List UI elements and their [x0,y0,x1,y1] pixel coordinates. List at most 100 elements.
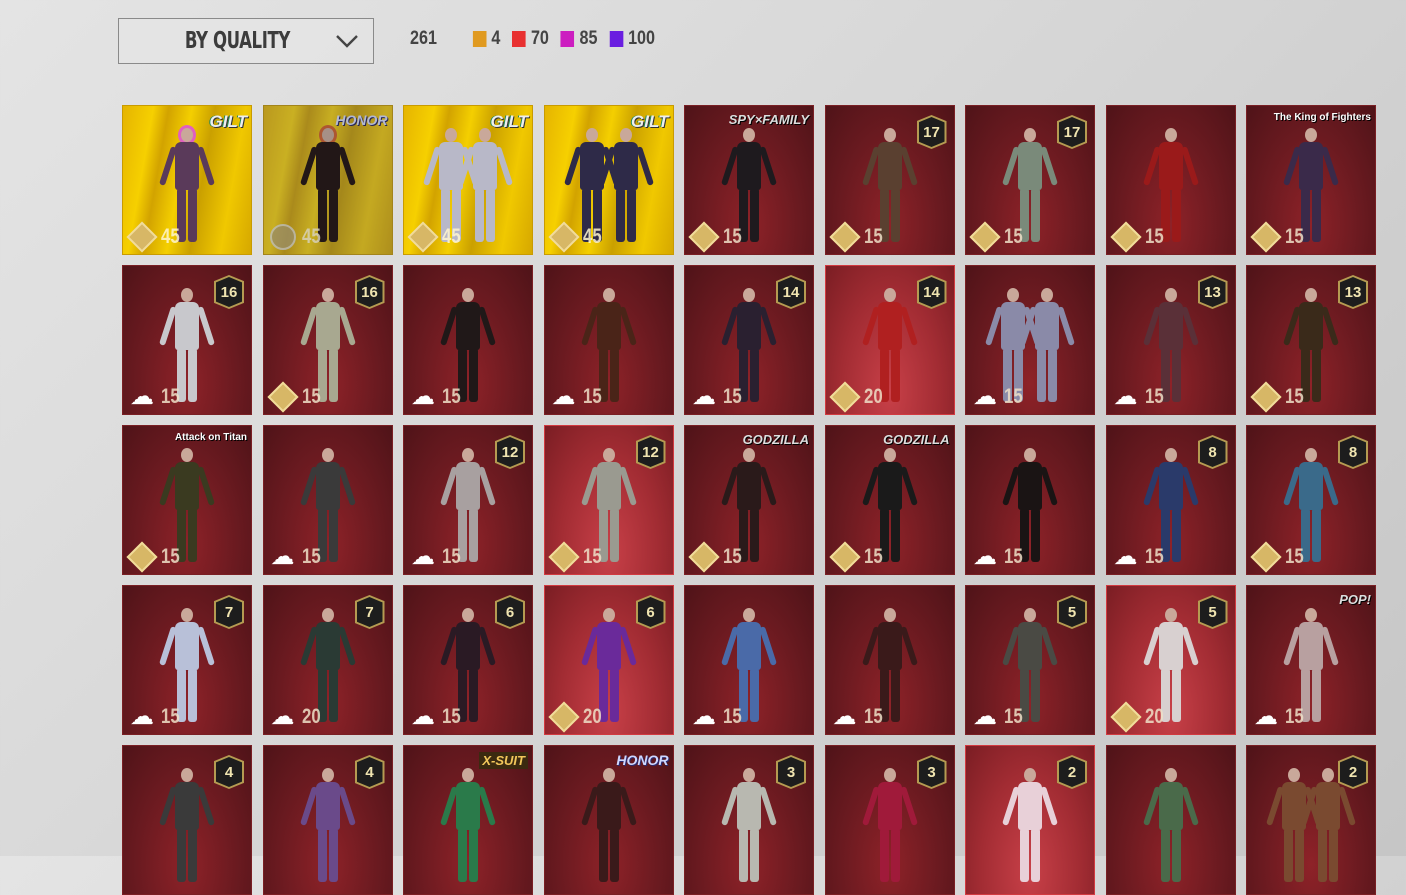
level-badge: 14 [776,275,806,309]
model-leg [328,348,338,402]
outfit-card[interactable]: ☁ 15 [543,265,674,415]
outfit-card[interactable]: 17 15 [824,105,955,255]
level-badge: 3 [776,755,806,789]
cloud-currency-icon: ☁ [973,543,997,570]
model-arm [196,786,216,826]
level-badge: 2 [1338,755,1368,789]
model-leg [1171,828,1181,882]
model-arm [618,466,637,506]
model-leg [1031,668,1040,722]
outfit-card[interactable]: 7 ☁ 20 [262,585,393,735]
price-tag: 15 [828,221,887,253]
outfit-card[interactable]: POP! ☁ 15 [1246,585,1376,735]
outfit-card[interactable]: 14 20 [824,265,955,415]
model-head [743,128,755,142]
model-leg [469,348,478,402]
outfit-card[interactable]: 16 15 [262,265,393,415]
outfit-card[interactable]: ☁ 15 [684,585,814,735]
level-badge-number: 16 [216,277,242,307]
model-body [175,782,199,830]
outfit-card[interactable]: 5 ☁ 15 [965,585,1095,735]
model-body [315,302,340,350]
outfit-card[interactable]: GILT 45 [122,105,252,255]
model-arm [196,306,216,346]
price-tag: 15 [1250,381,1308,413]
diamond-currency-icon [1109,701,1142,733]
model-body [596,462,621,510]
outfit-card[interactable]: 8 ☁ 15 [1105,425,1236,575]
outfit-card[interactable]: HONOR 45 [262,105,393,255]
outfit-card[interactable]: 4 [262,745,393,895]
price-value: 15 [161,705,180,728]
outfit-card[interactable]: ☁ 15 [403,265,533,415]
price-tag: 20 [1109,701,1168,733]
price-tag: 15 [1250,221,1308,253]
price-value: 15 [723,385,742,408]
outfit-card[interactable]: 14 ☁ 15 [684,265,814,415]
outfit-card[interactable]: GODZILLA 15 [824,425,955,575]
outfit-card[interactable]: 12 15 [543,425,674,575]
model-arm [337,146,356,186]
level-badge-number: 3 [778,757,804,787]
sort-by-quality-dropdown[interactable]: BY QUALITY [118,18,374,64]
level-badge-number: 17 [1059,117,1085,147]
outfit-card[interactable]: 12 ☁ 15 [403,425,533,575]
model-arm [618,306,637,346]
cloud-currency-icon: ☁ [411,543,435,570]
outfit-card[interactable]: 6 20 [543,585,674,735]
outfit-card[interactable]: 17 15 [965,105,1095,255]
outfit-card[interactable]: 3 [684,745,814,895]
outfit-card[interactable]: ☁ 15 [262,425,393,575]
model-arm [1180,306,1199,346]
outfit-card[interactable]: 15 [1105,105,1236,255]
model-body [1018,782,1042,830]
model-arm [337,306,356,346]
model-arm [494,146,514,186]
outfit-model [1001,768,1059,888]
model-arm [1320,626,1340,666]
outfit-card[interactable]: Attack on Titan 15 [122,425,252,575]
outfit-card[interactable]: 3 [824,745,955,895]
model-leg [328,188,338,242]
outfit-card[interactable]: ☁ 15 [824,585,955,735]
model-head [743,768,755,782]
model-leg [739,828,748,882]
sort-dropdown-label: BY QUALITY [184,28,291,54]
outfit-card[interactable]: The King of Fighters 15 [1246,105,1376,255]
outfit-card[interactable]: 13 15 [1246,265,1376,415]
model-leg [1048,348,1057,402]
outfit-card[interactable]: HONOR [543,745,674,895]
level-badge-number: 17 [918,117,945,147]
price-value: 15 [301,545,321,568]
outfit-card[interactable]: 16 ☁ 15 [122,265,252,415]
outfit-card[interactable]: 2 [1246,745,1376,895]
outfit-card[interactable]: GILT 45 [543,105,674,255]
collection-stats: 261 4 70 85 100 [410,28,667,50]
model-arm [618,626,637,666]
model-leg [328,828,338,882]
outfit-card[interactable]: 7 ☁ 15 [122,585,252,735]
outfit-card[interactable]: 2 [965,745,1095,895]
level-badge-number: 5 [1059,597,1085,627]
price-tag: 15 [1109,221,1168,253]
outfit-card[interactable]: ☁ 15 [965,425,1095,575]
outfit-card[interactable]: 8 15 [1246,425,1376,575]
model-body [1158,462,1183,510]
outfit-card[interactable]: X-SUIT [403,745,533,895]
model-leg [890,348,900,402]
model-arm [477,466,497,506]
outfit-card[interactable]: 4 [122,745,252,895]
model-head [1164,768,1177,782]
outfit-card[interactable]: 13 ☁ 15 [1105,265,1236,415]
model-arm [1039,466,1059,506]
outfit-card[interactable]: SPY×FAMILY 15 [684,105,814,255]
outfit-card[interactable] [1105,745,1236,895]
outfit-card[interactable]: ☁ 15 [965,265,1095,415]
model-head [1164,128,1177,142]
outfit-card[interactable]: 5 20 [1105,585,1236,735]
outfit-card[interactable]: GILT 45 [403,105,533,255]
price-tag: 15 [828,541,887,573]
model-body [596,302,621,350]
outfit-card[interactable]: GODZILLA 15 [684,425,814,575]
outfit-card[interactable]: 6 ☁ 15 [403,585,533,735]
